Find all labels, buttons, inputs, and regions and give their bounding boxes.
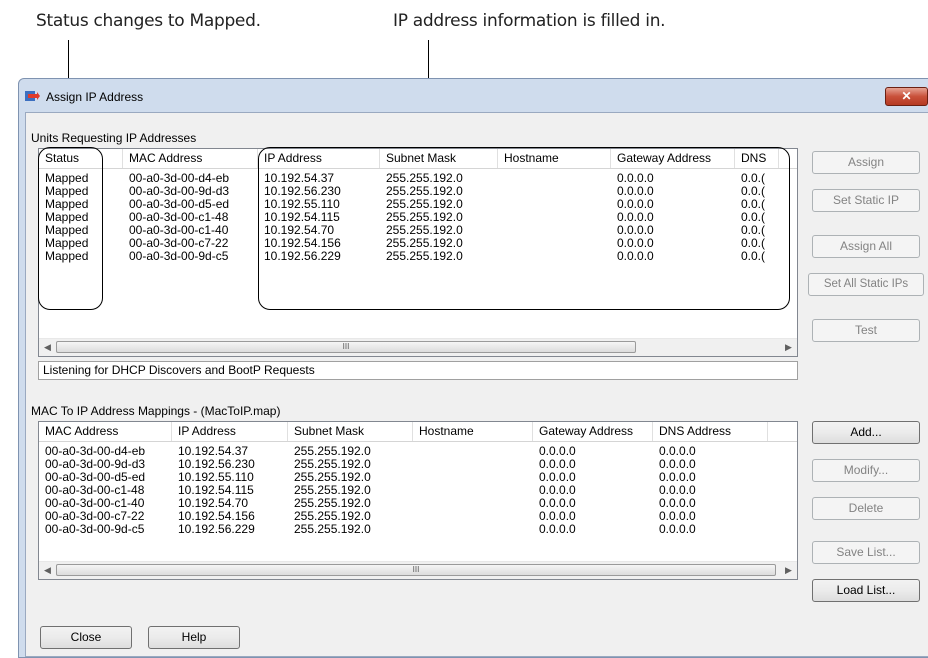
load-list-button[interactable]: Load List... xyxy=(812,579,920,602)
table-cell: 00-a0-3d-00-c1-48 xyxy=(129,211,229,224)
mappings-group-label: MAC To IP Address Mappings - (MacToIP.ma… xyxy=(31,404,281,418)
table-cell: 10.192.55.110 xyxy=(178,471,254,484)
assign-all-button[interactable]: Assign All xyxy=(812,235,920,258)
table-cell: 255.255.192.0 xyxy=(294,523,371,536)
table-row[interactable]: 00-a0-3d-00-c1-40 10.192.54.70 255.255.192… xyxy=(39,497,797,510)
table-cell: 00-a0-3d-00-9d-c5 xyxy=(129,250,229,263)
table-cell: 00-a0-3d-00-d5-ed xyxy=(129,198,230,211)
scroll-right-icon[interactable]: ▶ xyxy=(780,562,797,579)
table-cell: 0.0.0.0 xyxy=(539,484,576,497)
table-cell: 0.0.0.0 xyxy=(659,445,696,458)
table-cell: 0.0.0.0 xyxy=(539,497,576,510)
ip-callout: IP address information is filled in. xyxy=(393,11,666,31)
column-header[interactable]: MAC Address xyxy=(123,149,258,168)
column-header[interactable]: Hostname xyxy=(413,422,533,441)
table-row[interactable]: 00-a0-3d-00-c7-22 10.192.54.156 255.255.19… xyxy=(39,510,797,523)
table-cell: 10.192.54.70 xyxy=(178,497,249,510)
mappings-hscrollbar[interactable]: ◀ III ▶ xyxy=(39,561,797,579)
add-button[interactable]: Add... xyxy=(812,421,920,444)
scroll-left-icon[interactable]: ◀ xyxy=(39,339,56,356)
scroll-thumb[interactable]: III xyxy=(56,341,636,353)
table-cell: 0.0.0.0 xyxy=(659,510,696,523)
table-cell: 10.192.54.115 xyxy=(178,484,254,497)
table-row[interactable]: 00-a0-3d-00-d4-eb 10.192.54.37 255.255.192… xyxy=(39,445,797,458)
table-cell: 0.0.0.0 xyxy=(659,471,696,484)
table-cell: 0.0.0.0 xyxy=(539,523,576,536)
help-button[interactable]: Help xyxy=(148,626,240,649)
assign-button[interactable]: Assign xyxy=(812,151,920,174)
column-header[interactable]: MAC Address xyxy=(39,422,172,441)
table-cell: 0.0.0.0 xyxy=(539,458,576,471)
table-cell: 0.0.0.0 xyxy=(659,497,696,510)
table-cell: 0.0.0.0 xyxy=(539,445,576,458)
table-cell: 00-a0-3d-00-d4-eb xyxy=(129,172,230,185)
set-static-ip-button[interactable]: Set Static IP xyxy=(812,189,920,212)
requests-group-label: Units Requesting IP Addresses xyxy=(31,131,197,145)
table-cell: 0.0.0.0 xyxy=(659,523,696,536)
table-row[interactable]: 00-a0-3d-00-9d-d3 10.192.56.230 255.255.19… xyxy=(39,458,797,471)
scroll-left-icon[interactable]: ◀ xyxy=(39,562,56,579)
table-cell: 0.0.0.0 xyxy=(659,484,696,497)
window-title: Assign IP Address xyxy=(46,90,144,104)
table-cell: 0.0.0.0 xyxy=(539,510,576,523)
table-cell: 255.255.192.0 xyxy=(294,497,371,510)
listening-status: Listening for DHCP Discovers and BootP R… xyxy=(38,361,798,380)
table-cell: 255.255.192.0 xyxy=(294,510,371,523)
table-cell: 255.255.192.0 xyxy=(294,471,371,484)
close-window-button[interactable]: ✕ xyxy=(885,87,928,106)
table-cell: 10.192.56.229 xyxy=(178,523,255,536)
table-cell: 255.255.192.0 xyxy=(294,445,371,458)
table-row[interactable]: 00-a0-3d-00-c1-48 10.192.54.115 255.255.19… xyxy=(39,484,797,497)
title-bar: Assign IP Address ✕ xyxy=(19,79,928,113)
table-row[interactable]: 00-a0-3d-00-9d-c5 10.192.56.229 255.255.19… xyxy=(39,523,797,536)
scroll-right-icon[interactable]: ▶ xyxy=(780,339,797,356)
mappings-header: MAC Address IP Address Subnet Mask Hostname… xyxy=(39,422,797,442)
column-header[interactable]: DNS Address xyxy=(653,422,768,441)
mappings-list[interactable]: MAC Address IP Address Subnet Mask Hostname… xyxy=(38,421,798,580)
status-callout: Status changes to Mapped. xyxy=(36,11,261,31)
table-row[interactable]: 00-a0-3d-00-d5-ed 10.192.55.110 255.255.19… xyxy=(39,471,797,484)
modify-button[interactable]: Modify... xyxy=(812,459,920,482)
app-icon xyxy=(25,91,40,101)
table-cell: 255.255.192.0 xyxy=(294,458,371,471)
table-cell: 00-a0-3d-00-c7-22 xyxy=(129,237,229,250)
table-cell: 00-a0-3d-00-d4-eb xyxy=(45,445,146,458)
scroll-thumb[interactable]: III xyxy=(56,564,776,576)
table-cell: 0.0.0.0 xyxy=(539,471,576,484)
table-cell: 255.255.192.0 xyxy=(294,484,371,497)
table-cell: 00-a0-3d-00-d5-ed xyxy=(45,471,146,484)
table-cell: 00-a0-3d-00-c7-22 xyxy=(45,510,145,523)
table-cell: 00-a0-3d-00-c1-40 xyxy=(45,497,145,510)
status-column-highlight xyxy=(38,147,103,310)
column-header[interactable]: Subnet Mask xyxy=(288,422,413,441)
set-all-static-ips-button[interactable]: Set All Static IPs xyxy=(808,273,924,296)
table-cell: 00-a0-3d-00-c1-48 xyxy=(45,484,145,497)
close-button[interactable]: Close xyxy=(40,626,132,649)
table-cell: 10.192.54.156 xyxy=(178,510,255,523)
table-cell: 00-a0-3d-00-9d-d3 xyxy=(45,458,146,471)
column-header[interactable]: IP Address xyxy=(172,422,288,441)
ip-info-highlight xyxy=(258,147,790,310)
save-list-button[interactable]: Save List... xyxy=(812,541,920,564)
requests-hscrollbar[interactable]: ◀ III ▶ xyxy=(39,338,797,356)
table-cell: 0.0.0.0 xyxy=(659,458,696,471)
table-cell: 10.192.56.230 xyxy=(178,458,255,471)
table-cell: 00-a0-3d-00-c1-40 xyxy=(129,224,229,237)
column-header[interactable]: Gateway Address xyxy=(533,422,653,441)
test-button[interactable]: Test xyxy=(812,319,920,342)
table-cell: 00-a0-3d-00-9d-c5 xyxy=(45,523,145,536)
table-cell: 00-a0-3d-00-9d-d3 xyxy=(129,185,230,198)
delete-button[interactable]: Delete xyxy=(812,497,920,520)
table-cell: 10.192.54.37 xyxy=(178,445,249,458)
